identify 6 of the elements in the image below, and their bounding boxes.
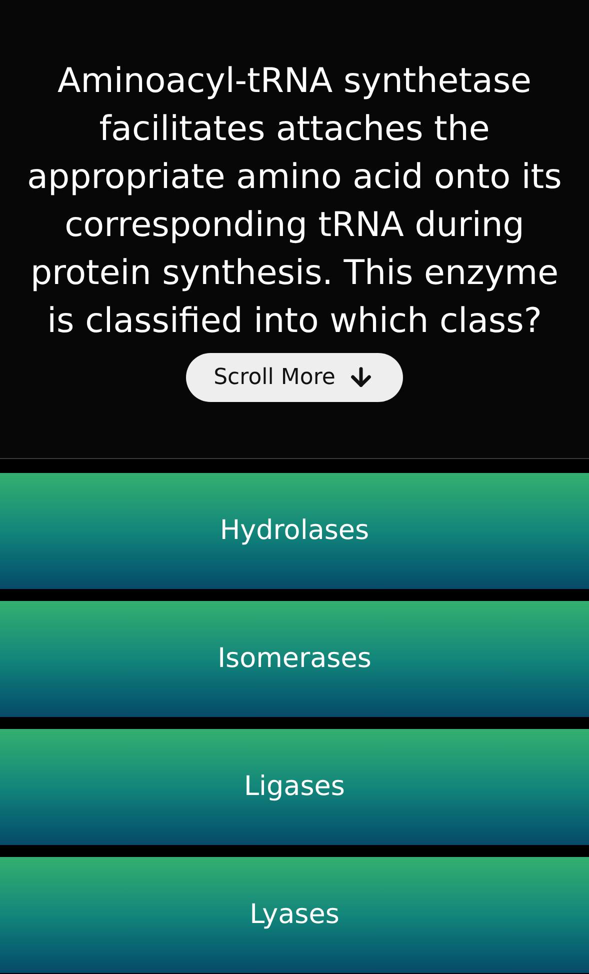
scroll-more-button[interactable]: Scroll More xyxy=(186,352,404,402)
answer-option[interactable]: Lyases xyxy=(0,857,589,973)
answer-option[interactable]: Ligases xyxy=(0,729,589,845)
answer-option[interactable]: Isomerases xyxy=(0,601,589,717)
answer-option[interactable]: Hydrolases xyxy=(0,473,589,589)
question-text: Aminoacyl-tRNA synthetase facilitates attaches the appropriate amino acid onto its corresponding tRNA during protein synthesis. This enzyme is classified into which class? xyxy=(26,60,563,342)
